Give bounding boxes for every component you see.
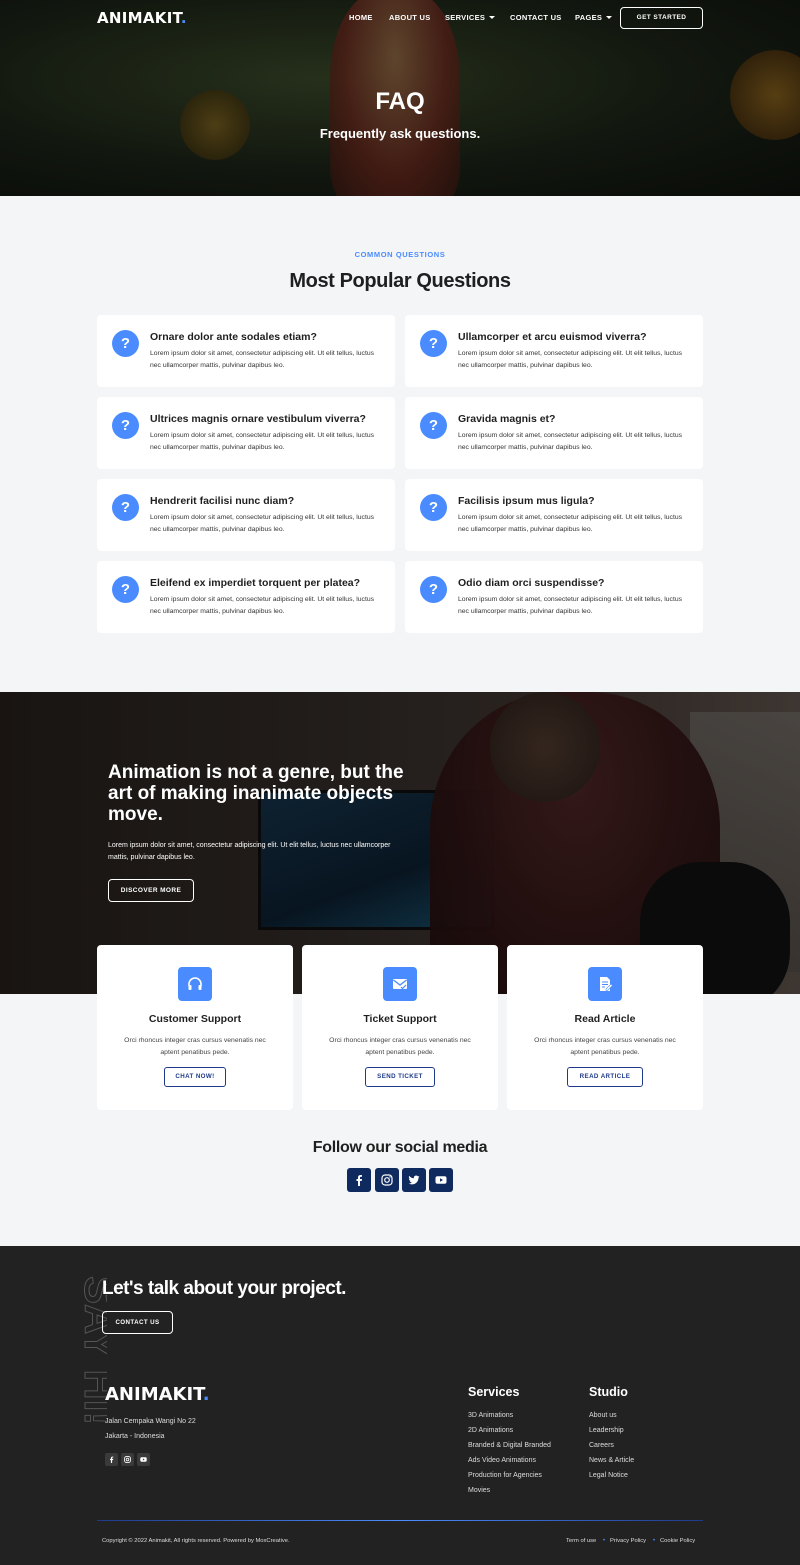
sayhi-outline-text: SAY HI! (76, 1276, 108, 1426)
footer-link-privacy[interactable]: Privacy Policy (610, 1538, 646, 1544)
faq-item[interactable]: ? Ullamcorper et arcu euismod viverra? L… (405, 315, 703, 387)
footer-link-studio[interactable]: About us (589, 1412, 617, 1419)
send-ticket-button[interactable]: SEND TICKET (365, 1067, 435, 1087)
instagram-icon[interactable] (121, 1453, 134, 1466)
footer-studio-title: Studio (589, 1385, 628, 1399)
support-card-title: Ticket Support (363, 1013, 437, 1025)
faq-answer: Lorem ipsum dolor sit amet, consectetur … (458, 514, 683, 533)
question-icon: ? (420, 330, 447, 357)
question-icon: ? (112, 412, 139, 439)
support-card-title: Customer Support (148, 1013, 242, 1025)
ticket-mail-icon (383, 967, 417, 1001)
get-started-button[interactable]: GET STARTED (620, 7, 703, 29)
facebook-icon[interactable] (347, 1168, 371, 1192)
footer-link-studio[interactable]: Careers (589, 1442, 614, 1449)
faq-answer: Lorem ipsum dolor sit amet, consectetur … (150, 514, 375, 533)
faq-item[interactable]: ? Ultrices magnis ornare vestibulum vive… (97, 397, 395, 469)
nav-item-contact-us[interactable]: CONTACT US (510, 13, 562, 22)
banner-title: Animation is not a genre, but the art of… (108, 762, 404, 825)
footer-link-services[interactable]: Ads Video Animations (468, 1457, 536, 1464)
instagram-icon[interactable] (375, 1168, 399, 1192)
faq-item[interactable]: ? Gravida magnis et? Lorem ipsum dolor s… (405, 397, 703, 469)
support-card-text: Orci rhoncus integer cras cursus venenat… (534, 1037, 676, 1056)
question-icon: ? (420, 576, 447, 603)
footer-link-services[interactable]: 3D Animations (468, 1412, 513, 1419)
footer-services-title: Services (468, 1385, 520, 1399)
page-title: FAQ (375, 88, 425, 115)
social-title: Follow our social media (312, 1139, 488, 1156)
faq-question: Gravida magnis et? (458, 413, 556, 425)
support-card-ticket: Ticket Support Orci rhoncus integer cras… (302, 945, 498, 1110)
twitter-icon[interactable] (402, 1168, 426, 1192)
support-card-title: Read Article (574, 1013, 636, 1025)
support-card-article: Read Article Orci rhoncus integer cras c… (507, 945, 703, 1110)
footer-address-line: Jakarta - Indonesia (105, 1433, 165, 1440)
faq-item[interactable]: ? Odio diam orci suspendisse? Lorem ipsu… (405, 561, 703, 633)
brand-logo[interactable]: ANIMAKIT. (97, 9, 187, 27)
question-icon: ? (112, 576, 139, 603)
footer-link-studio[interactable]: News & Article (589, 1457, 634, 1464)
contact-us-button[interactable]: CONTACT US (102, 1311, 173, 1334)
page-subtitle: Frequently ask questions. (319, 126, 481, 141)
question-icon: ? (112, 494, 139, 521)
chevron-down-icon (606, 16, 613, 19)
main-navigation: ANIMAKIT. HOME ABOUT US SERVICES CONTACT… (0, 0, 800, 36)
faq-question: Ultrices magnis ornare vestibulum viverr… (150, 413, 366, 425)
nav-item-services[interactable]: SERVICES (445, 13, 496, 22)
faq-question: Ornare dolor ante sodales etiam? (150, 331, 317, 343)
chevron-down-icon (489, 16, 496, 19)
faq-question: Hendrerit facilisi nunc diam? (150, 495, 295, 507)
question-icon: ? (420, 412, 447, 439)
faq-question: Odio diam orci suspendisse? (458, 577, 605, 589)
discover-more-button[interactable]: DISCOVER MORE (108, 879, 194, 902)
faq-answer: Lorem ipsum dolor sit amet, consectetur … (150, 596, 375, 615)
question-icon: ? (112, 330, 139, 357)
footer-link-terms[interactable]: Term of use (566, 1538, 596, 1544)
read-article-button[interactable]: READ ARTICLE (567, 1067, 643, 1087)
footer-logo[interactable]: ANIMAKIT. (105, 1384, 210, 1405)
footer-divider (97, 1520, 703, 1521)
chat-now-button[interactable]: CHAT NOW! (164, 1067, 226, 1087)
footer-link-services[interactable]: Production for Agencies (468, 1472, 542, 1479)
banner-text: Lorem ipsum dolor sit amet, consectetur … (108, 842, 391, 861)
faq-answer: Lorem ipsum dolor sit amet, consectetur … (150, 432, 375, 451)
document-edit-icon (588, 967, 622, 1001)
footer-link-studio[interactable]: Legal Notice (589, 1472, 628, 1479)
footer-link-services[interactable]: Branded & Digital Branded (468, 1442, 551, 1449)
faq-item[interactable]: ? Eleifend ex imperdiet torquent per pla… (97, 561, 395, 633)
nav-item-pages[interactable]: PAGES (575, 13, 613, 22)
nav-item-home[interactable]: HOME (349, 13, 373, 22)
copyright-text: Copyright © 2022 Animakit, All rights re… (102, 1538, 290, 1544)
faq-question: Facilisis ipsum mus ligula? (458, 495, 595, 507)
nav-item-about-us[interactable]: ABOUT US (389, 13, 431, 22)
faq-answer: Lorem ipsum dolor sit amet, consectetur … (458, 432, 683, 451)
support-card-customer: Customer Support Orci rhoncus integer cr… (97, 945, 293, 1110)
footer-link-cookie[interactable]: Cookie Policy (660, 1538, 695, 1544)
footer-link-services[interactable]: Movies (468, 1487, 490, 1494)
faq-item[interactable]: ? Ornare dolor ante sodales etiam? Lorem… (97, 315, 395, 387)
faq-answer: Lorem ipsum dolor sit amet, consectetur … (458, 596, 683, 615)
facebook-icon[interactable] (105, 1453, 118, 1466)
footer-address-line: Jalan Cempaka Wangi No 22 (105, 1418, 196, 1425)
faq-item[interactable]: ? Facilisis ipsum mus ligula? Lorem ipsu… (405, 479, 703, 551)
footer-cta-title: Let's talk about your project. (102, 1278, 346, 1299)
youtube-icon[interactable] (137, 1453, 150, 1466)
faq-title: Most Popular Questions (289, 270, 511, 292)
faq-question: Ullamcorper et arcu euismod viverra? (458, 331, 647, 343)
footer-link-services[interactable]: 2D Animations (468, 1427, 513, 1434)
headphones-icon (178, 967, 212, 1001)
support-card-text: Orci rhoncus integer cras cursus venenat… (329, 1037, 471, 1056)
faq-answer: Lorem ipsum dolor sit amet, consectetur … (458, 350, 683, 369)
faq-item[interactable]: ? Hendrerit facilisi nunc diam? Lorem ip… (97, 479, 395, 551)
faq-eyebrow: COMMON QUESTIONS (354, 250, 446, 259)
support-card-text: Orci rhoncus integer cras cursus venenat… (124, 1037, 266, 1056)
footer-link-studio[interactable]: Leadership (589, 1427, 624, 1434)
faq-question: Eleifend ex imperdiet torquent per plate… (150, 577, 361, 589)
youtube-icon[interactable] (429, 1168, 453, 1192)
question-icon: ? (420, 494, 447, 521)
faq-answer: Lorem ipsum dolor sit amet, consectetur … (150, 350, 375, 369)
faq-section: COMMON QUESTIONS Most Popular Questions … (0, 196, 800, 692)
